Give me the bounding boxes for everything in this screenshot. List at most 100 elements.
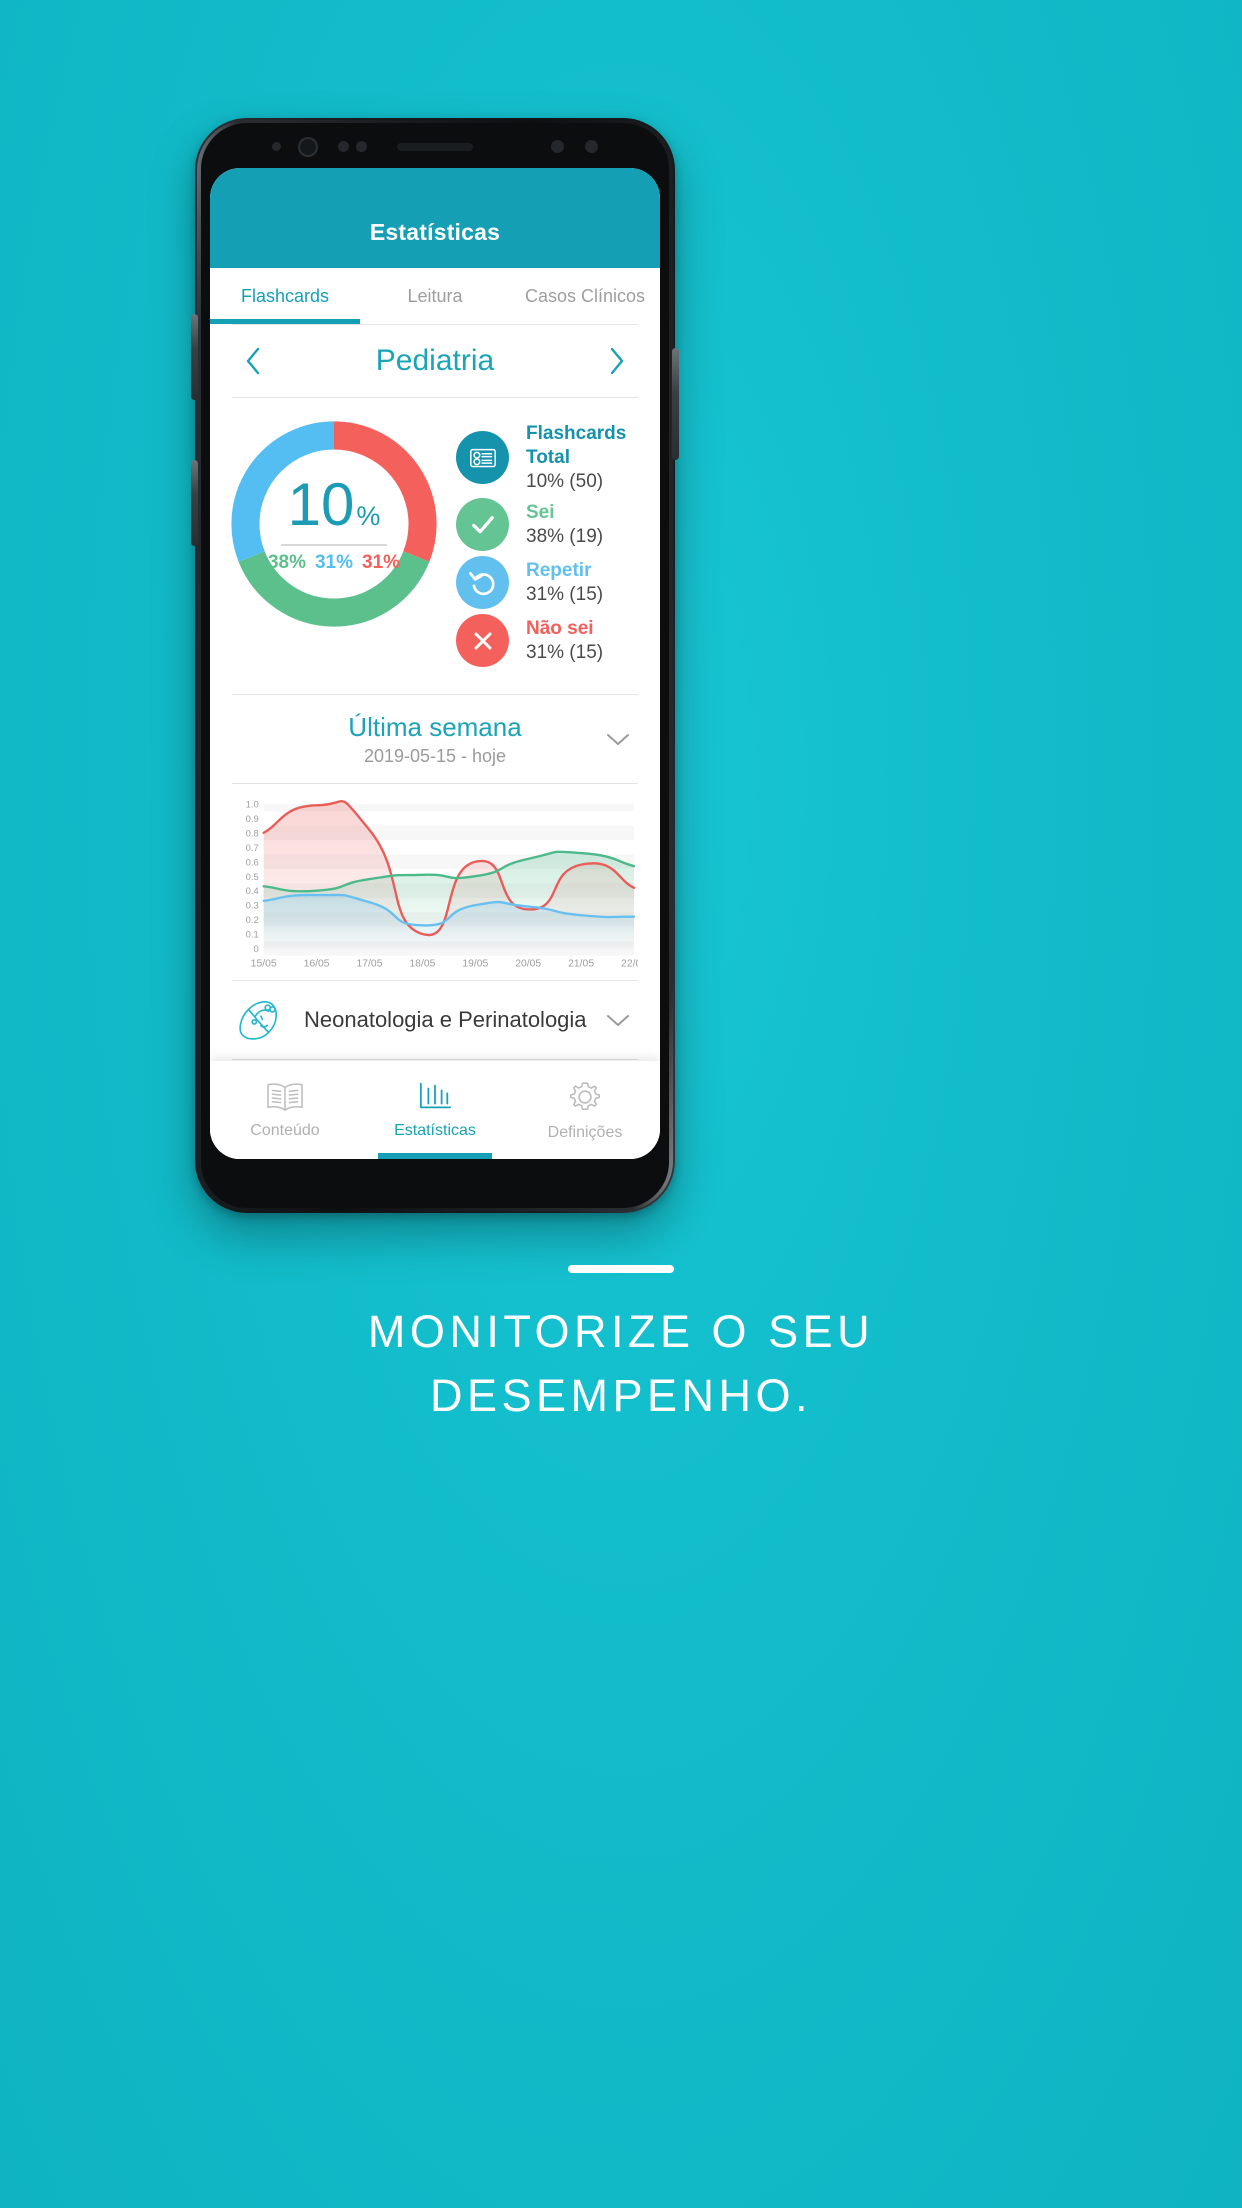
phone-screen: Estatísticas Flashcards Leitura Casos Cl… xyxy=(210,168,660,1159)
week-title: Última semana xyxy=(348,712,522,743)
nav-item-estatisticas[interactable]: Estatísticas xyxy=(360,1061,510,1159)
earpiece-speaker xyxy=(397,143,473,151)
category-nav: Pediatria xyxy=(210,325,660,397)
bottom-navigation: Conteúdo Estatísticas Definições xyxy=(210,1061,660,1159)
check-icon xyxy=(456,498,509,552)
app-bar: Estatísticas xyxy=(210,168,660,268)
volume-up-button[interactable] xyxy=(191,314,198,400)
nav-item-conteudo[interactable]: Conteúdo xyxy=(210,1061,360,1159)
nav-label: Conteúdo xyxy=(250,1122,320,1139)
legend-value: 31% (15) xyxy=(526,641,604,663)
svg-text:0.1: 0.1 xyxy=(246,928,259,939)
close-x-icon xyxy=(456,614,509,668)
promo-line-2: DESEMPENHO. xyxy=(429,1369,813,1421)
svg-text:0: 0 xyxy=(253,943,258,954)
sensor-dot xyxy=(356,141,367,152)
tab-bar: Flashcards Leitura Casos Clínicos xyxy=(210,268,660,324)
sensor-dot xyxy=(585,140,598,153)
nav-active-indicator xyxy=(378,1153,492,1159)
donut-center-label: 10% 38% 31% 31% xyxy=(226,416,442,632)
repeat-icon xyxy=(456,556,509,610)
chevron-down-icon[interactable] xyxy=(598,1012,638,1028)
svg-text:15/05: 15/05 xyxy=(251,958,277,969)
svg-text:20/05: 20/05 xyxy=(515,958,541,969)
legend-value: 10% (50) xyxy=(526,470,604,492)
donut-chart: 10% 38% 31% 31% xyxy=(226,416,442,632)
svg-text:0.8: 0.8 xyxy=(246,827,259,838)
legend-label: Repetir xyxy=(526,560,592,581)
legend-value: 31% (15) xyxy=(526,583,604,605)
week-subtitle: 2019-05-15 - hoje xyxy=(363,745,507,766)
donut-sub-blue: 31% xyxy=(314,551,354,573)
power-button[interactable] xyxy=(672,348,679,460)
sensor-dot xyxy=(272,142,281,151)
nav-label: Estatísticas xyxy=(394,1122,476,1139)
svg-text:22/05: 22/05 xyxy=(621,958,638,969)
legend-text: Flashcards Total 10% (50) xyxy=(509,422,638,493)
svg-text:0.6: 0.6 xyxy=(246,856,259,867)
svg-text:0.4: 0.4 xyxy=(246,885,259,896)
sensor-dot xyxy=(338,141,349,152)
donut-main-value: 10% xyxy=(287,470,381,538)
donut-breakdown: 38% 31% 31% xyxy=(268,552,400,574)
donut-number: 10 xyxy=(287,470,355,538)
promo-divider xyxy=(568,1265,674,1273)
book-icon xyxy=(267,1083,303,1111)
donut-sub-red: 31% xyxy=(362,551,401,573)
svg-text:21/05: 21/05 xyxy=(568,958,594,969)
flashcards-list-icon xyxy=(456,431,509,485)
promo-text: MONITORIZE O SEU DESEMPENHO. xyxy=(0,1300,1242,1428)
donut-percent-sign: % xyxy=(356,500,381,531)
weekly-chart: 1.0 0.9 0.8 0.7 0.6 0.5 0.4 0.3 0.2 0.1 0 15/05 16/0… xyxy=(210,784,660,980)
stats-summary: 10% 38% 31% 31% Flashcards Total 10% (50… xyxy=(210,398,660,694)
legend-label: Não sei xyxy=(526,618,594,639)
bar-chart-icon xyxy=(419,1082,452,1109)
phone-mockup: Estatísticas Flashcards Leitura Casos Cl… xyxy=(191,118,679,1213)
svg-text:1.0: 1.0 xyxy=(246,798,259,809)
topic-label: Neonatologia e Perinatologia xyxy=(304,1007,587,1032)
gear-icon xyxy=(569,1082,601,1110)
svg-text:0.2: 0.2 xyxy=(246,914,259,925)
volume-down-button[interactable] xyxy=(191,460,198,546)
legend-row-sei[interactable]: Sei 38% (19) xyxy=(456,498,638,552)
donut-divider xyxy=(281,543,387,546)
svg-text:19/05: 19/05 xyxy=(462,958,488,969)
legend-row-repetir[interactable]: Repetir 31% (15) xyxy=(456,556,638,610)
tab-casos-clinicos[interactable]: Casos Clínicos xyxy=(510,268,660,324)
legend-text: Repetir 31% (15) xyxy=(509,559,603,607)
nav-label: Definições xyxy=(547,1124,623,1141)
svg-text:0.9: 0.9 xyxy=(246,813,259,824)
svg-text:16/05: 16/05 xyxy=(304,958,330,969)
svg-text:0.7: 0.7 xyxy=(246,842,259,853)
sensor-dot xyxy=(551,140,564,153)
donut-sub-green: 38% xyxy=(267,551,306,573)
sensor-row xyxy=(210,134,660,166)
legend-value: 38% (19) xyxy=(526,525,604,547)
page-title: Estatísticas xyxy=(369,219,501,245)
nav-item-definicoes[interactable]: Definições xyxy=(510,1061,660,1159)
svg-text:0.3: 0.3 xyxy=(246,899,259,910)
legend-row-nao-sei[interactable]: Não sei 31% (15) xyxy=(456,614,638,668)
category-title: Pediatria xyxy=(375,344,495,377)
legend-text: Sei 38% (19) xyxy=(509,501,603,549)
tab-flashcards[interactable]: Flashcards xyxy=(210,268,360,324)
svg-text:0.5: 0.5 xyxy=(246,871,259,882)
svg-text:18/05: 18/05 xyxy=(409,958,435,969)
weekly-chart-svg: 1.0 0.9 0.8 0.7 0.6 0.5 0.4 0.3 0.2 0.1 0 15/05 16/0… xyxy=(246,798,638,969)
legend-label: Sei xyxy=(526,502,555,523)
baby-icon xyxy=(232,997,288,1043)
legend-text: Não sei 31% (15) xyxy=(509,617,603,665)
topic-row-neonatologia[interactable]: Neonatologia e Perinatologia xyxy=(210,981,660,1059)
front-camera xyxy=(298,137,318,157)
chevron-right-icon[interactable] xyxy=(596,345,638,377)
promo-line-1: MONITORIZE O SEU xyxy=(367,1306,875,1357)
scroll-content[interactable]: Pediatria 10 % 38% 31% 31% Flashcards To… xyxy=(210,324,660,1159)
tab-leitura[interactable]: Leitura xyxy=(360,268,510,324)
legend-row-total[interactable]: Flashcards Total 10% (50) xyxy=(456,422,638,493)
chevron-left-icon[interactable] xyxy=(232,345,274,377)
svg-text:17/05: 17/05 xyxy=(357,958,383,969)
week-header-text: Última semana 2019-05-15 - hoje xyxy=(272,711,598,767)
week-selector[interactable]: Última semana 2019-05-15 - hoje xyxy=(210,695,660,783)
legend-label: Flashcards Total xyxy=(526,423,627,468)
chevron-down-icon[interactable] xyxy=(598,731,638,747)
